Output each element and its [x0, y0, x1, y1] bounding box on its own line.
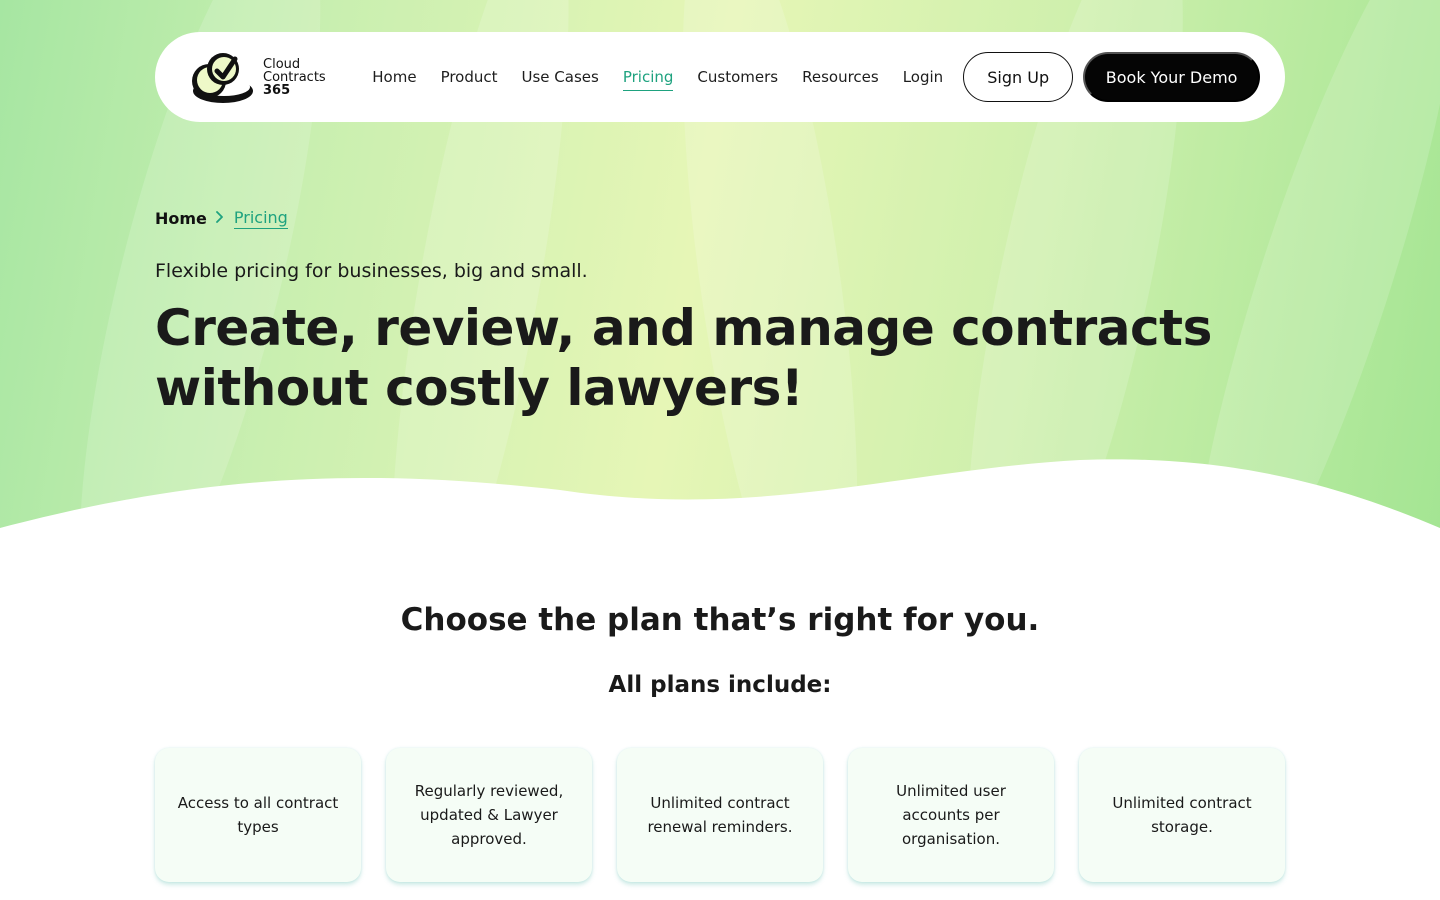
nav-link-resources[interactable]: Resources — [802, 64, 879, 90]
plans-subtitle: All plans include: — [608, 672, 832, 698]
breadcrumb-current[interactable]: Pricing — [233, 208, 288, 229]
nav-links: Home Product Use Cases Pricing Customers… — [372, 64, 967, 91]
feature-card: Regularly reviewed, updated & Lawyer app… — [386, 748, 592, 882]
feature-card: Unlimited contract storage. — [1079, 748, 1285, 882]
feature-text: Unlimited contract renewal reminders. — [647, 794, 793, 836]
nav-link-home[interactable]: Home — [372, 64, 416, 90]
feature-text: Regularly reviewed, updated & Lawyer app… — [414, 782, 564, 848]
brand-logo[interactable]: Cloud Contracts 365 — [187, 47, 372, 107]
nav-link-pricing[interactable]: Pricing — [622, 64, 674, 91]
feature-text: Unlimited user accounts per organisation… — [896, 782, 1006, 848]
chevron-right-icon — [215, 210, 224, 227]
nav-link-use-cases[interactable]: Use Cases — [522, 64, 599, 90]
plans-title: Choose the plan that’s right for you. — [400, 602, 1040, 638]
hero-wave — [0, 459, 1440, 540]
feature-text: Access to all contract types — [177, 794, 339, 836]
brand-name-line1: Cloud — [263, 56, 301, 72]
feature-card: Unlimited contract renewal reminders. — [617, 748, 823, 882]
breadcrumb-home[interactable]: Home — [155, 209, 207, 228]
nav-link-login[interactable]: Login — [903, 64, 943, 90]
nav-link-customers[interactable]: Customers — [697, 64, 778, 90]
brand-wordmark: Cloud Contracts 365 — [263, 58, 326, 97]
book-demo-button[interactable]: Book Your Demo — [1083, 52, 1260, 102]
top-navbar: Cloud Contracts 365 Home Product Use Cas… — [155, 32, 1285, 122]
feature-text: Unlimited contract storage. — [1112, 794, 1252, 836]
brand-name-line3: 365 — [263, 82, 291, 98]
cloud-logo-icon — [192, 53, 253, 103]
hero-headline: Create, review, and manage contracts wit… — [155, 299, 1212, 417]
sign-up-button[interactable]: Sign Up — [963, 52, 1074, 102]
nav-link-product[interactable]: Product — [441, 64, 498, 90]
brand-name-line2: Contracts — [263, 69, 326, 85]
plan-features: Access to all contract types Regularly r… — [155, 748, 1285, 882]
feature-card: Access to all contract types — [155, 748, 361, 882]
hero-subtitle: Flexible pricing for businesses, big and… — [155, 260, 588, 282]
breadcrumb: Home Pricing — [155, 208, 288, 229]
feature-card: Unlimited user accounts per organisation… — [848, 748, 1054, 882]
